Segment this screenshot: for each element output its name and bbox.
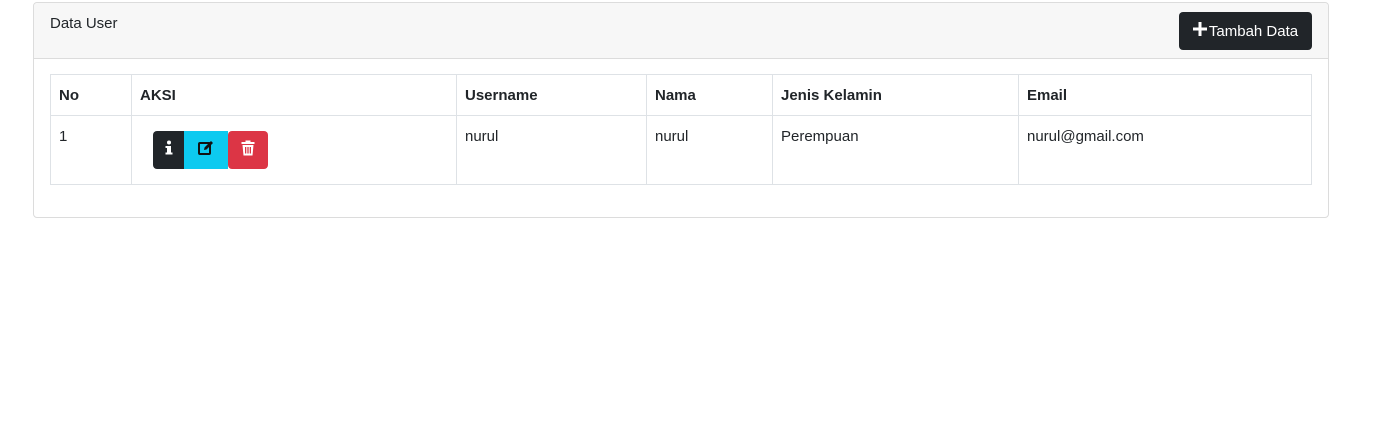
edit-icon (198, 140, 214, 160)
data-user-card: Data User Tambah Data No AKSI Username N… (33, 2, 1329, 218)
card-title: Data User (50, 15, 118, 32)
card-header: Data User Tambah Data (34, 3, 1328, 59)
cell-no: 1 (50, 115, 132, 185)
add-data-button[interactable]: Tambah Data (1179, 12, 1312, 50)
column-header-username: Username (456, 74, 647, 116)
delete-button[interactable] (228, 131, 268, 169)
table-header-row: No AKSI Username Nama Jenis Kelamin Emai… (50, 74, 1312, 116)
trash-icon (240, 140, 256, 160)
cell-jenis-kelamin: Perempuan (772, 115, 1019, 185)
table-row: 1 nurul nurul Perempuan nurul@gmail.com (50, 115, 1312, 185)
column-header-jenis-kelamin: Jenis Kelamin (772, 74, 1019, 116)
column-header-email: Email (1018, 74, 1312, 116)
cell-email: nurul@gmail.com (1018, 115, 1312, 185)
add-data-label: Tambah Data (1208, 22, 1299, 40)
edit-button[interactable] (184, 131, 228, 169)
column-header-nama: Nama (646, 74, 773, 116)
user-table: No AKSI Username Nama Jenis Kelamin Emai… (50, 74, 1312, 185)
row-actions (153, 131, 448, 169)
info-icon (161, 140, 177, 160)
column-header-no: No (50, 74, 132, 116)
cell-aksi (131, 115, 457, 185)
cell-nama: nurul (646, 115, 773, 185)
column-header-aksi: AKSI (131, 74, 457, 116)
cell-username: nurul (456, 115, 647, 185)
plus-icon (1192, 22, 1207, 40)
detail-button[interactable] (153, 131, 184, 169)
